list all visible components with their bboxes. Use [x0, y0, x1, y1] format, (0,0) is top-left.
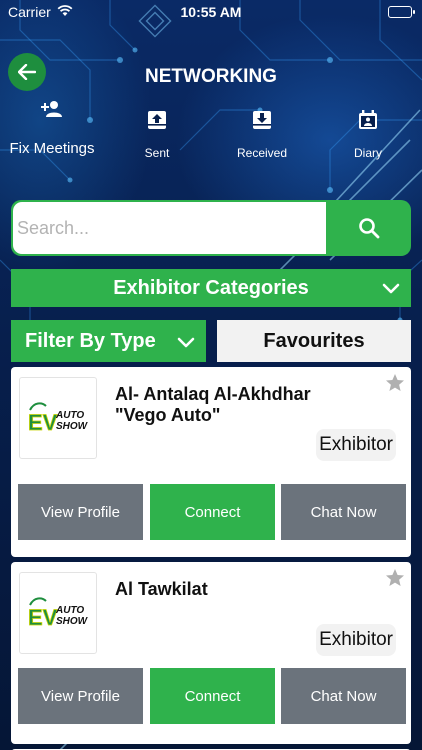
exhibitor-logo: EV AUTO SHOW — [19, 572, 97, 654]
search-button[interactable] — [326, 200, 411, 256]
exhibitor-categories-label: Exhibitor Categories — [113, 276, 309, 299]
chat-now-button[interactable]: Chat Now — [281, 668, 406, 724]
view-profile-button[interactable]: View Profile — [18, 484, 143, 540]
logo-ev-text: EV — [28, 605, 58, 630]
favourites-label: Favourites — [263, 329, 365, 352]
exhibitor-name-line1: Al- Antalaq Al-Akhdhar — [115, 384, 311, 404]
exhibitor-name: Al- Antalaq Al-Akhdhar "Vego Auto" — [115, 384, 370, 426]
exhibitor-card: EV AUTO SHOW Al- Antalaq Al-Akhdhar "Veg… — [11, 367, 411, 557]
card-actions: View Profile Connect Chat Now — [18, 668, 408, 724]
exhibitor-card: EV AUTO SHOW Al Tawkilat Exhibitor View … — [11, 562, 411, 744]
star-icon[interactable] — [385, 568, 405, 588]
battery-icon — [388, 6, 415, 18]
logo-auto-text: AUTO — [55, 410, 84, 421]
filter-by-type-dropdown[interactable]: Filter By Type — [11, 320, 206, 362]
exhibitor-logo: EV AUTO SHOW — [19, 377, 97, 459]
nav-fix-meetings[interactable]: Fix Meetings — [0, 100, 104, 157]
nav-received-label: Received — [236, 146, 288, 160]
favourites-button[interactable]: Favourites — [217, 320, 411, 362]
nav-diary-label: Diary — [353, 146, 382, 160]
exhibitor-name-line2: "Vego Auto" — [115, 405, 221, 425]
search-input[interactable] — [13, 202, 326, 254]
logo-show-text: SHOW — [56, 421, 89, 432]
status-bar: Carrier 10:55 AM — [0, 0, 422, 24]
status-badge: Exhibitor — [316, 624, 396, 656]
clock: 10:55 AM — [180, 4, 242, 20]
search-icon — [358, 218, 379, 239]
card-actions: View Profile Connect Chat Now — [18, 484, 408, 540]
nav-sent-label: Sent — [144, 146, 170, 160]
connect-button[interactable]: Connect — [150, 484, 275, 540]
search-bar — [11, 200, 411, 256]
nav-received[interactable]: Received — [222, 110, 302, 160]
view-profile-button[interactable]: View Profile — [18, 668, 143, 724]
nav-sent[interactable]: Sent — [127, 110, 187, 160]
logo-show-text: SHOW — [56, 616, 89, 627]
chevron-down-icon — [382, 283, 400, 294]
connect-button[interactable]: Connect — [150, 668, 275, 724]
nav-diary[interactable]: Diary — [340, 110, 396, 160]
nav-fix-meetings-label: Fix Meetings — [9, 140, 95, 157]
download-box-icon — [253, 111, 271, 129]
chevron-down-icon — [177, 337, 195, 348]
exhibitor-name-line1: Al Tawkilat — [115, 579, 208, 599]
chat-now-button[interactable]: Chat Now — [281, 484, 406, 540]
page-title: NETWORKING — [145, 66, 277, 87]
filter-by-type-label: Filter By Type — [25, 329, 156, 352]
add-person-icon — [41, 101, 62, 117]
logo-ev-text: EV — [28, 410, 58, 435]
exhibitor-name: Al Tawkilat — [115, 579, 370, 600]
calendar-person-icon — [359, 110, 377, 129]
logo-auto-text: AUTO — [55, 605, 84, 616]
star-icon[interactable] — [385, 373, 405, 393]
exhibitor-categories-dropdown[interactable]: Exhibitor Categories — [11, 269, 411, 307]
upload-box-icon — [148, 111, 166, 129]
status-badge: Exhibitor — [316, 429, 396, 461]
